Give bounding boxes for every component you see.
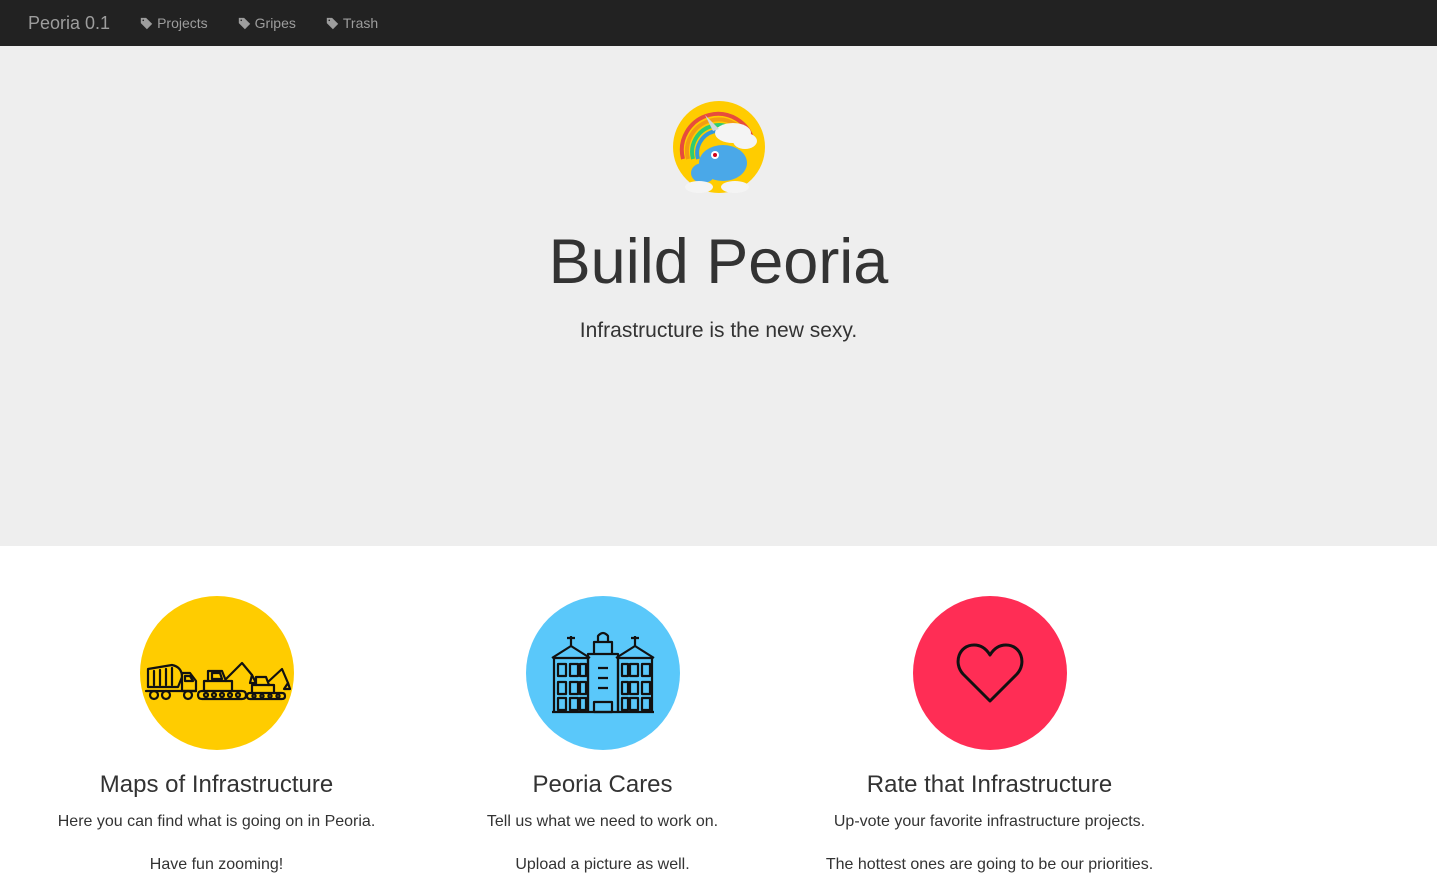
nav-link-label: Gripes bbox=[254, 15, 296, 31]
city-hall-icon bbox=[525, 596, 680, 750]
feature-description: Up-vote your favorite infrastructure pro… bbox=[833, 813, 1146, 830]
hero-section: Build Peoria Infrastructure is the new s… bbox=[0, 46, 1437, 546]
brand-link[interactable]: Peoria 0.1 bbox=[28, 13, 110, 34]
feature-cares: Peoria Cares Tell us what we need to wor… bbox=[409, 596, 796, 877]
feature-description: Tell us what we need to work on. bbox=[486, 813, 719, 830]
navbar: Peoria 0.1 Projects Gripes Trash bbox=[0, 0, 1437, 46]
feature-title: Peoria Cares bbox=[532, 771, 673, 798]
feature-maps: Maps of Infrastructure Here you can find… bbox=[23, 596, 410, 877]
nav-link-label: Projects bbox=[157, 15, 208, 31]
page-title: Build Peoria bbox=[548, 227, 889, 297]
heart-icon bbox=[912, 596, 1067, 750]
feature-title: Rate that Infrastructure bbox=[866, 771, 1113, 798]
tag-icon bbox=[238, 17, 250, 29]
feature-rate: Rate that Infrastructure Up-vote your fa… bbox=[796, 596, 1183, 877]
tag-icon bbox=[326, 17, 339, 29]
nav-link-trash[interactable]: Trash bbox=[326, 15, 378, 31]
feature-title: Maps of Infrastructure bbox=[99, 771, 334, 798]
page-subtitle: Infrastructure is the new sexy. bbox=[579, 319, 858, 342]
tag-icon bbox=[140, 17, 153, 29]
features-section: Maps of Infrastructure Here you can find… bbox=[0, 546, 1437, 882]
feature-description-2: Have fun zooming! bbox=[149, 856, 284, 874]
feature-description: Here you can find what is going on in Pe… bbox=[57, 813, 376, 830]
nav-link-gripes[interactable]: Gripes bbox=[238, 15, 296, 31]
feature-description-2: The hottest ones are going to be our pri… bbox=[825, 856, 1154, 874]
unicorn-rainbow-logo bbox=[672, 101, 765, 193]
nav-link-projects[interactable]: Projects bbox=[140, 15, 208, 31]
nav-link-label: Trash bbox=[342, 15, 379, 31]
construction-vehicles-icon bbox=[139, 596, 294, 750]
feature-description-2: Upload a picture as well. bbox=[515, 856, 690, 874]
